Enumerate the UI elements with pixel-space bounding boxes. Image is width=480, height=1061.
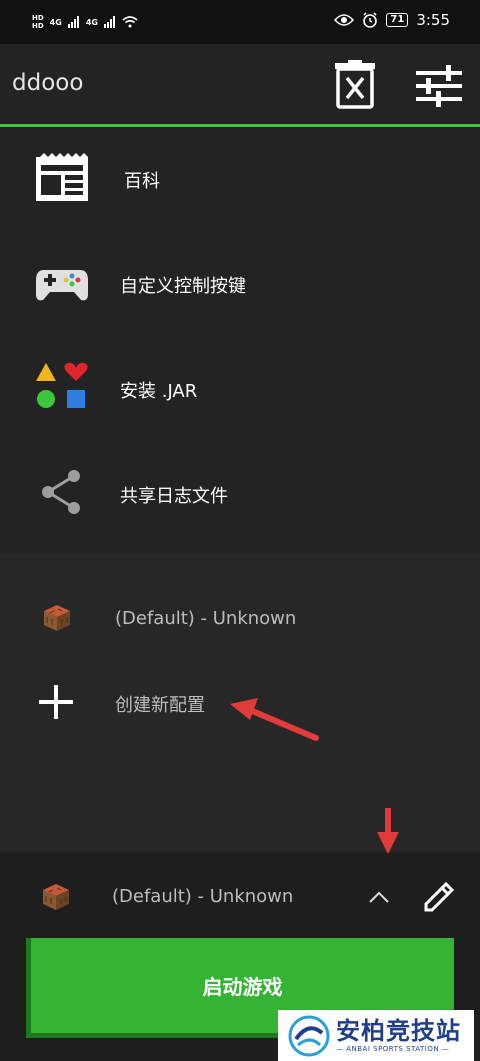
menu-item-label: 百科 bbox=[124, 171, 160, 192]
watermark: 安柏竞技站 — ANBAI SPORTS STATION — bbox=[278, 1010, 474, 1061]
status-bar-left: HD HD 4G 4G bbox=[32, 14, 138, 30]
chevron-up-icon[interactable] bbox=[368, 890, 390, 904]
app-title: ddooo bbox=[12, 70, 84, 96]
watermark-text: 安柏竞技站 — ANBAI SPORTS STATION — bbox=[336, 1017, 461, 1054]
menu-panel: 百科 自定义控制按键 安装 .JAR 共享日志文件 bbox=[0, 127, 480, 554]
network-label-2: 4G bbox=[85, 17, 98, 27]
watermark-sub: — ANBAI SPORTS STATION — bbox=[336, 1045, 450, 1053]
menu-item-custom-controls[interactable]: 自定义控制按键 bbox=[0, 232, 480, 337]
clock: 3:55 bbox=[416, 11, 450, 29]
share-icon bbox=[42, 470, 80, 514]
sliders-icon[interactable] bbox=[416, 64, 462, 108]
shapes-icon bbox=[36, 362, 88, 408]
hd-indicators: HD HD bbox=[32, 14, 44, 30]
selected-profile-label[interactable]: (Default) - Unknown bbox=[112, 886, 293, 907]
gamepad-icon bbox=[36, 270, 88, 301]
menu-item-install-jar[interactable]: 安装 .JAR bbox=[0, 337, 480, 442]
crafting-block-icon bbox=[43, 884, 69, 910]
delete-icon[interactable] bbox=[334, 60, 376, 110]
menu-item-label: 安装 .JAR bbox=[120, 381, 198, 402]
hd-label-top: HD bbox=[32, 14, 44, 22]
status-bar-right: 71 3:55 bbox=[334, 11, 450, 29]
profiles-panel: (Default) - Unknown 创建新配置 bbox=[0, 554, 480, 852]
wifi-icon bbox=[122, 16, 138, 28]
signal-icon bbox=[67, 16, 79, 28]
menu-item-label: 共享日志文件 bbox=[120, 486, 228, 507]
watermark-logo-icon bbox=[288, 1015, 330, 1056]
menu-item-label: 自定义控制按键 bbox=[120, 276, 246, 297]
news-icon bbox=[36, 153, 88, 201]
battery-indicator: 71 bbox=[386, 13, 409, 27]
profile-item-label: (Default) - Unknown bbox=[115, 608, 297, 629]
red-arrow-left-icon bbox=[230, 698, 319, 741]
crafting-block-icon bbox=[44, 605, 70, 631]
network-label-1: 4G bbox=[49, 17, 62, 27]
signal-icon-2 bbox=[103, 16, 115, 28]
create-profile-label: 创建新配置 bbox=[115, 695, 205, 716]
status-bar: HD HD 4G 4G 71 3:55 bbox=[0, 0, 480, 44]
hd-label-bottom: HD bbox=[32, 22, 44, 30]
pencil-icon[interactable] bbox=[420, 878, 458, 916]
red-arrow-down-icon bbox=[377, 808, 399, 854]
alarm-icon bbox=[363, 12, 378, 28]
menu-item-share-logs[interactable]: 共享日志文件 bbox=[0, 442, 480, 547]
profile-item-default[interactable]: (Default) - Unknown bbox=[0, 589, 480, 649]
plus-icon bbox=[39, 685, 73, 719]
app-bar: ddooo bbox=[0, 44, 480, 124]
menu-item-wiki[interactable]: 百科 bbox=[0, 127, 480, 232]
eye-icon bbox=[334, 14, 355, 26]
watermark-main: 安柏竞技站 bbox=[336, 1017, 461, 1045]
